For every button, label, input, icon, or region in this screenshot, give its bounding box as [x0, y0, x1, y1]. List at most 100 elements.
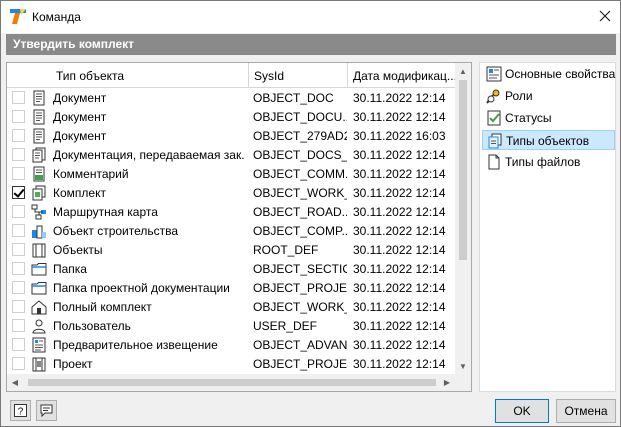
side-item-label: Основные свойства [505, 67, 616, 81]
documentation-icon [32, 147, 46, 163]
roles-icon [486, 89, 500, 104]
row-checkbox[interactable] [12, 357, 25, 370]
side-item-roles[interactable]: Роли [482, 86, 615, 106]
window-title: Команда [32, 10, 81, 24]
cell-date: 30.11.2022 12:14 [353, 357, 446, 371]
table-row[interactable]: Комплект OBJECT_WORK_... 30.11.2022 12:14 [7, 183, 455, 202]
cell-sysid: OBJECT_279AD2... [253, 129, 347, 143]
table-row[interactable]: Объект строительства OBJECT_COMP... 30.11.… [7, 221, 455, 240]
vertical-scrollbar[interactable]: ▲ ▼ [455, 63, 471, 374]
user-icon [32, 319, 46, 334]
cell-type: Пользователь [53, 319, 131, 333]
scroll-right-icon[interactable]: ▶ [439, 374, 455, 391]
row-checkbox[interactable] [12, 243, 25, 256]
cell-sysid: OBJECT_SECTION [253, 262, 347, 276]
folder-icon [31, 282, 47, 295]
app-logo-icon [10, 9, 26, 24]
row-checkbox[interactable] [12, 300, 25, 313]
row-checkbox[interactable] [12, 224, 25, 237]
cell-type: Документация, передаваемая зак... [53, 148, 245, 162]
row-checkbox[interactable] [12, 91, 25, 104]
cell-sysid: OBJECT_COMP... [253, 224, 347, 238]
scroll-down-icon[interactable]: ▼ [455, 358, 471, 374]
scroll-thumb[interactable] [459, 80, 467, 260]
table-row[interactable]: Пользователь USER_DEF 30.11.2022 12:14 [7, 316, 455, 335]
row-checkbox[interactable] [12, 262, 25, 275]
close-button[interactable] [590, 1, 620, 31]
column-header-check [7, 63, 51, 88]
cell-date: 30.11.2022 12:14 [353, 262, 446, 276]
table-row[interactable]: Проект OBJECT_PROJECT 30.11.2022 12:14 [7, 354, 455, 373]
cell-date: 30.11.2022 12:14 [353, 300, 446, 314]
table-row[interactable]: Предварительное извещение OBJECT_ADVAN...… [7, 335, 455, 354]
table-row[interactable]: Документ OBJECT_DOC 30.11.2022 12:14 [7, 88, 455, 107]
row-checkbox[interactable] [12, 338, 25, 351]
grid-header: Тип объекта SysId Дата модификац... [7, 63, 455, 88]
column-header-type[interactable]: Тип объекта [51, 63, 249, 88]
table-row[interactable]: Полный комплект OBJECT_WORK_... 30.11.2022… [7, 297, 455, 316]
cell-date: 30.11.2022 12:14 [353, 148, 446, 162]
cell-type: Маршрутная карта [53, 205, 158, 219]
properties-icon [486, 66, 502, 82]
row-checkbox[interactable] [12, 186, 25, 199]
full-kit-icon [31, 300, 47, 315]
cell-type: Папка [53, 262, 87, 276]
side-item-properties[interactable]: Основные свойства [482, 64, 615, 84]
ok-button[interactable]: OK [495, 399, 549, 423]
scroll-left-icon[interactable]: ◀ [7, 374, 23, 391]
cell-sysid: OBJECT_ADVAN... [253, 338, 347, 352]
object-types-grid: Тип объекта SysId Дата модификац... Доку… [6, 62, 472, 392]
file-types-icon [488, 154, 500, 170]
close-icon [599, 10, 611, 22]
table-row[interactable]: Документ OBJECT_279AD2... 30.11.2022 16:03 [7, 126, 455, 145]
message-button[interactable] [36, 400, 57, 421]
row-checkbox[interactable] [12, 148, 25, 161]
row-checkbox[interactable] [12, 129, 25, 142]
cell-date: 30.11.2022 12:14 [353, 91, 446, 105]
row-checkbox[interactable] [12, 110, 25, 123]
hscroll-thumb[interactable] [28, 379, 436, 386]
row-checkbox[interactable] [12, 205, 25, 218]
table-row[interactable]: Папка проектной документации OBJECT_PROJE… [7, 278, 455, 297]
side-item-label: Типы файлов [505, 155, 581, 169]
table-row[interactable]: Комментарий OBJECT_COMM... 30.11.2022 12:1… [7, 164, 455, 183]
help-button[interactable]: ? [10, 400, 31, 421]
route-map-icon [31, 204, 46, 220]
table-row[interactable]: Документация, передаваемая зак... OBJECT_… [7, 145, 455, 164]
table-row[interactable]: Документ OBJECT_DOCU... 30.11.2022 12:14 [7, 107, 455, 126]
cell-sysid: OBJECT_COMM... [253, 167, 347, 181]
side-item-object-types[interactable]: Типы объектов [482, 130, 615, 150]
cell-date: 30.11.2022 12:14 [353, 205, 446, 219]
side-item-file-types[interactable]: Типы файлов [482, 152, 615, 172]
row-checkbox[interactable] [12, 167, 25, 180]
column-header-sysid[interactable]: SysId [249, 63, 348, 88]
cell-sysid: OBJECT_PROJECT [253, 357, 347, 371]
document-icon [33, 128, 45, 144]
row-checkbox[interactable] [12, 281, 25, 294]
cell-date: 30.11.2022 16:03 [353, 129, 446, 143]
folder-icon [31, 263, 47, 276]
table-row[interactable]: Маршрутная карта OBJECT_ROAD... 30.11.2022… [7, 202, 455, 221]
cell-sysid: OBJECT_DOC [253, 91, 334, 105]
grid-rows: Документ OBJECT_DOC 30.11.2022 12:14 Докуме… [7, 88, 455, 373]
cell-type: Папка проектной документации [53, 281, 230, 295]
cell-date: 30.11.2022 12:14 [353, 167, 446, 181]
objects-icon [32, 243, 46, 258]
table-row[interactable]: Папка OBJECT_SECTION 30.11.2022 12:14 [7, 259, 455, 278]
scroll-corner [455, 374, 471, 391]
horizontal-scrollbar[interactable]: ◀ ▶ [7, 374, 455, 391]
document-icon [33, 90, 45, 106]
row-checkbox[interactable] [12, 319, 25, 332]
building-object-icon [32, 225, 46, 239]
cell-date: 30.11.2022 12:14 [353, 281, 446, 295]
scroll-up-icon[interactable]: ▲ [455, 63, 471, 79]
cell-type: Проект [53, 357, 93, 371]
cell-sysid: OBJECT_PROJE... [253, 281, 347, 295]
svg-text:?: ? [18, 407, 24, 418]
table-row[interactable]: Объекты ROOT_DEF 30.11.2022 12:14 [7, 240, 455, 259]
side-item-statuses[interactable]: Статусы [482, 108, 615, 128]
column-header-date[interactable]: Дата модификац... [348, 63, 455, 88]
cell-sysid: OBJECT_DOCU... [253, 110, 347, 124]
cancel-button[interactable]: Отмена [556, 399, 616, 423]
cell-type: Объекты [53, 243, 103, 257]
